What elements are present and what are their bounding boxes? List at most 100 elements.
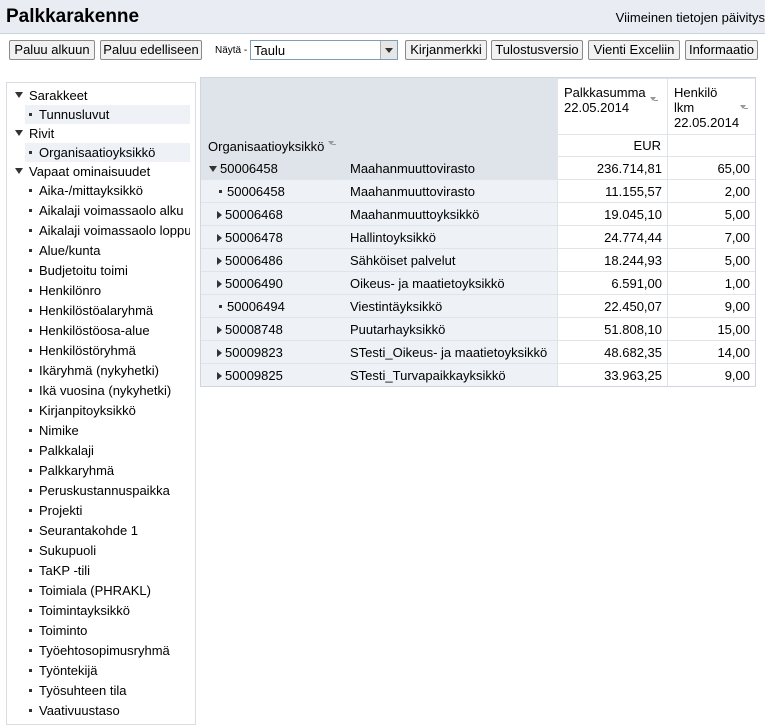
sidebar-item[interactable]: Työehtosopimusryhmä xyxy=(25,641,190,660)
bullet-icon xyxy=(29,409,32,412)
collapse-icon[interactable] xyxy=(15,168,23,174)
org-code-cell[interactable]: 50006468 xyxy=(217,207,283,222)
expand-icon[interactable] xyxy=(217,326,222,334)
sidebar-item[interactable]: Toimiala (PHRAKL) xyxy=(25,581,190,600)
sort-icon[interactable] xyxy=(740,105,748,112)
expand-icon[interactable] xyxy=(217,372,222,380)
bullet-icon xyxy=(219,305,222,308)
bullet-icon xyxy=(29,209,32,212)
org-name-cell: Viestintäyksikkö xyxy=(350,299,443,314)
org-code-cell[interactable]: 50008748 xyxy=(217,322,283,337)
table-row[interactable]: 50008748 Puutarhayksikkö 51.808,10 15,00 xyxy=(201,318,757,341)
sidebar-item[interactable]: Työsuhteen tila xyxy=(25,681,190,700)
bullet-icon xyxy=(29,289,32,292)
org-code-cell[interactable]: 50006458 xyxy=(209,161,278,176)
sidebar-item[interactable]: TaKP -tili xyxy=(25,561,190,580)
org-code-cell[interactable]: 50009823 xyxy=(217,345,283,360)
sidebar-item[interactable]: Aika-/mittayksikkö xyxy=(25,181,190,200)
org-code-text: 50006490 xyxy=(225,276,283,291)
export-excel-button[interactable]: Vienti Exceliin xyxy=(588,40,680,60)
sidebar-item[interactable]: Toimintayksikkö xyxy=(25,601,190,620)
sidebar-item[interactable]: Vaativuustaso xyxy=(25,701,190,720)
print-version-button[interactable]: Tulostusversio xyxy=(491,40,583,60)
sidebar-item[interactable]: Kirjanpitoyksikkö xyxy=(25,401,190,420)
sidebar-item[interactable]: Seurantakohde 1 xyxy=(25,521,190,540)
org-code-text: 50006468 xyxy=(225,207,283,222)
sidebar-item[interactable]: Henkilöstöalaryhmä xyxy=(25,301,190,320)
sidebar-item[interactable]: Toiminto xyxy=(25,621,190,640)
sidebar-item[interactable]: Työntekijä xyxy=(25,661,190,680)
collapse-icon[interactable] xyxy=(15,92,23,98)
org-code-cell[interactable]: 50006478 xyxy=(217,230,283,245)
sidebar-item[interactable]: Budjetoitu toimi xyxy=(25,261,190,280)
back-to-start-button[interactable]: Paluu alkuun xyxy=(9,40,95,60)
sidebar-item-organisaatioyksikko[interactable]: Organisaatioyksikkö xyxy=(25,143,190,162)
view-select[interactable]: Taulu xyxy=(250,40,398,60)
table-row[interactable]: 50006490 Oikeus- ja maatietoyksikkö 6.591,… xyxy=(201,272,757,295)
headcount-cell: 15,00 xyxy=(668,318,755,340)
column-header-salary-sum[interactable]: Palkkasumma 22.05.2014 xyxy=(558,79,667,134)
expand-icon[interactable] xyxy=(217,234,222,242)
bullet-icon xyxy=(29,269,32,272)
sidebar-item[interactable]: Henkilönro xyxy=(25,281,190,300)
sidebar-item[interactable]: Ikäryhmä (nykyhetki) xyxy=(25,361,190,380)
sidebar-item[interactable]: Sukupuoli xyxy=(25,541,190,560)
table-row[interactable]: 50006468 Maahanmuuttoyksikkö 19.045,10 5,00 xyxy=(201,203,757,226)
bullet-icon xyxy=(29,629,32,632)
sidebar-item[interactable]: Aikalaji voimassaolo loppu xyxy=(25,221,190,240)
sort-icon[interactable] xyxy=(328,141,336,148)
section-rows[interactable]: Rivit xyxy=(7,124,195,143)
expand-icon[interactable] xyxy=(217,211,222,219)
section-free-characteristics[interactable]: Vapaat ominaisuudet xyxy=(7,162,195,181)
information-button[interactable]: Informaatio xyxy=(685,40,758,60)
salary-sum-cell: 33.963,25 xyxy=(558,364,667,386)
salary-sum-cell: 51.808,10 xyxy=(558,318,667,340)
table-row[interactable]: 50006478 Hallintoyksikkö 24.774,44 7,00 xyxy=(201,226,757,249)
salary-sum-cell: 19.045,10 xyxy=(558,203,667,225)
table-row[interactable]: 50009823 STesti_Oikeus- ja maatietoyksikk… xyxy=(201,341,757,364)
sidebar-item-tunnusluvut[interactable]: Tunnusluvut xyxy=(25,105,190,124)
row-header-organisaatioyksikko[interactable]: Organisaatioyksikkö xyxy=(208,139,324,154)
sidebar-item[interactable]: Henkilöstöosa-alue xyxy=(25,321,190,340)
sidebar-item[interactable]: Henkilöstöryhmä xyxy=(25,341,190,360)
salary-sum-cell: 11.155,57 xyxy=(558,180,667,202)
bookmark-button[interactable]: Kirjanmerkki xyxy=(405,40,487,60)
bullet-icon xyxy=(29,249,32,252)
expand-icon[interactable] xyxy=(217,280,222,288)
chevron-down-icon[interactable] xyxy=(380,41,397,59)
back-to-previous-button[interactable]: Paluu edelliseen xyxy=(100,40,202,60)
org-code-cell[interactable]: 50006458 xyxy=(217,184,285,199)
table-row[interactable]: 50006486 Sähköiset palvelut 18.244,93 5,00 xyxy=(201,249,757,272)
sidebar-item[interactable]: Palkkalaji xyxy=(25,441,190,460)
expand-icon[interactable] xyxy=(217,257,222,265)
salary-sum-cell: 6.591,00 xyxy=(558,272,667,294)
table-row[interactable]: 50006494 Viestintäyksikkö 22.450,07 9,00 xyxy=(201,295,757,318)
sidebar-item[interactable]: Palkkaryhmä xyxy=(25,461,190,480)
section-columns[interactable]: Sarakkeet xyxy=(7,86,195,105)
sidebar-item[interactable]: Nimike xyxy=(25,421,190,440)
org-name-cell: Hallintoyksikkö xyxy=(350,230,436,245)
org-code-cell[interactable]: 50006494 xyxy=(217,299,285,314)
toolbar: Paluu alkuun Paluu edelliseen Näytä - Ta… xyxy=(0,34,765,64)
column-header-headcount[interactable]: Henkilö lkm 22.05.2014 xyxy=(668,79,755,134)
org-name-cell: Maahanmuuttovirasto xyxy=(350,184,476,199)
org-name-cell: Maahanmuuttoyksikkö xyxy=(350,207,480,222)
view-select-value: Taulu xyxy=(254,43,286,58)
sidebar-item[interactable]: Ikä vuosina (nykyhetki) xyxy=(25,381,190,400)
table-row[interactable]: 50009825 STesti_Turvapaikkayksikkö 33.963,… xyxy=(201,364,757,387)
org-code-cell[interactable]: 50009825 xyxy=(217,368,283,383)
expand-icon[interactable] xyxy=(217,349,222,357)
headcount-cell: 9,00 xyxy=(668,295,755,317)
sort-icon[interactable] xyxy=(650,97,658,104)
org-code-cell[interactable]: 50006486 xyxy=(217,253,283,268)
sidebar-item[interactable]: Projekti xyxy=(25,501,190,520)
table-row[interactable]: 50006458 Maahanmuuttovirasto 11.155,57 2,00 xyxy=(201,180,757,203)
table-row[interactable]: 50006458 Maahanmuuttovirasto 236.714,81 65,… xyxy=(201,157,757,180)
collapse-icon[interactable] xyxy=(209,166,217,172)
sidebar-item[interactable]: Alue/kunta xyxy=(25,241,190,260)
bullet-icon xyxy=(29,589,32,592)
sidebar-item[interactable]: Peruskustannuspaikka xyxy=(25,481,190,500)
org-code-cell[interactable]: 50006490 xyxy=(217,276,283,291)
collapse-icon[interactable] xyxy=(15,130,23,136)
sidebar-item[interactable]: Aikalaji voimassaolo alku xyxy=(25,201,190,220)
